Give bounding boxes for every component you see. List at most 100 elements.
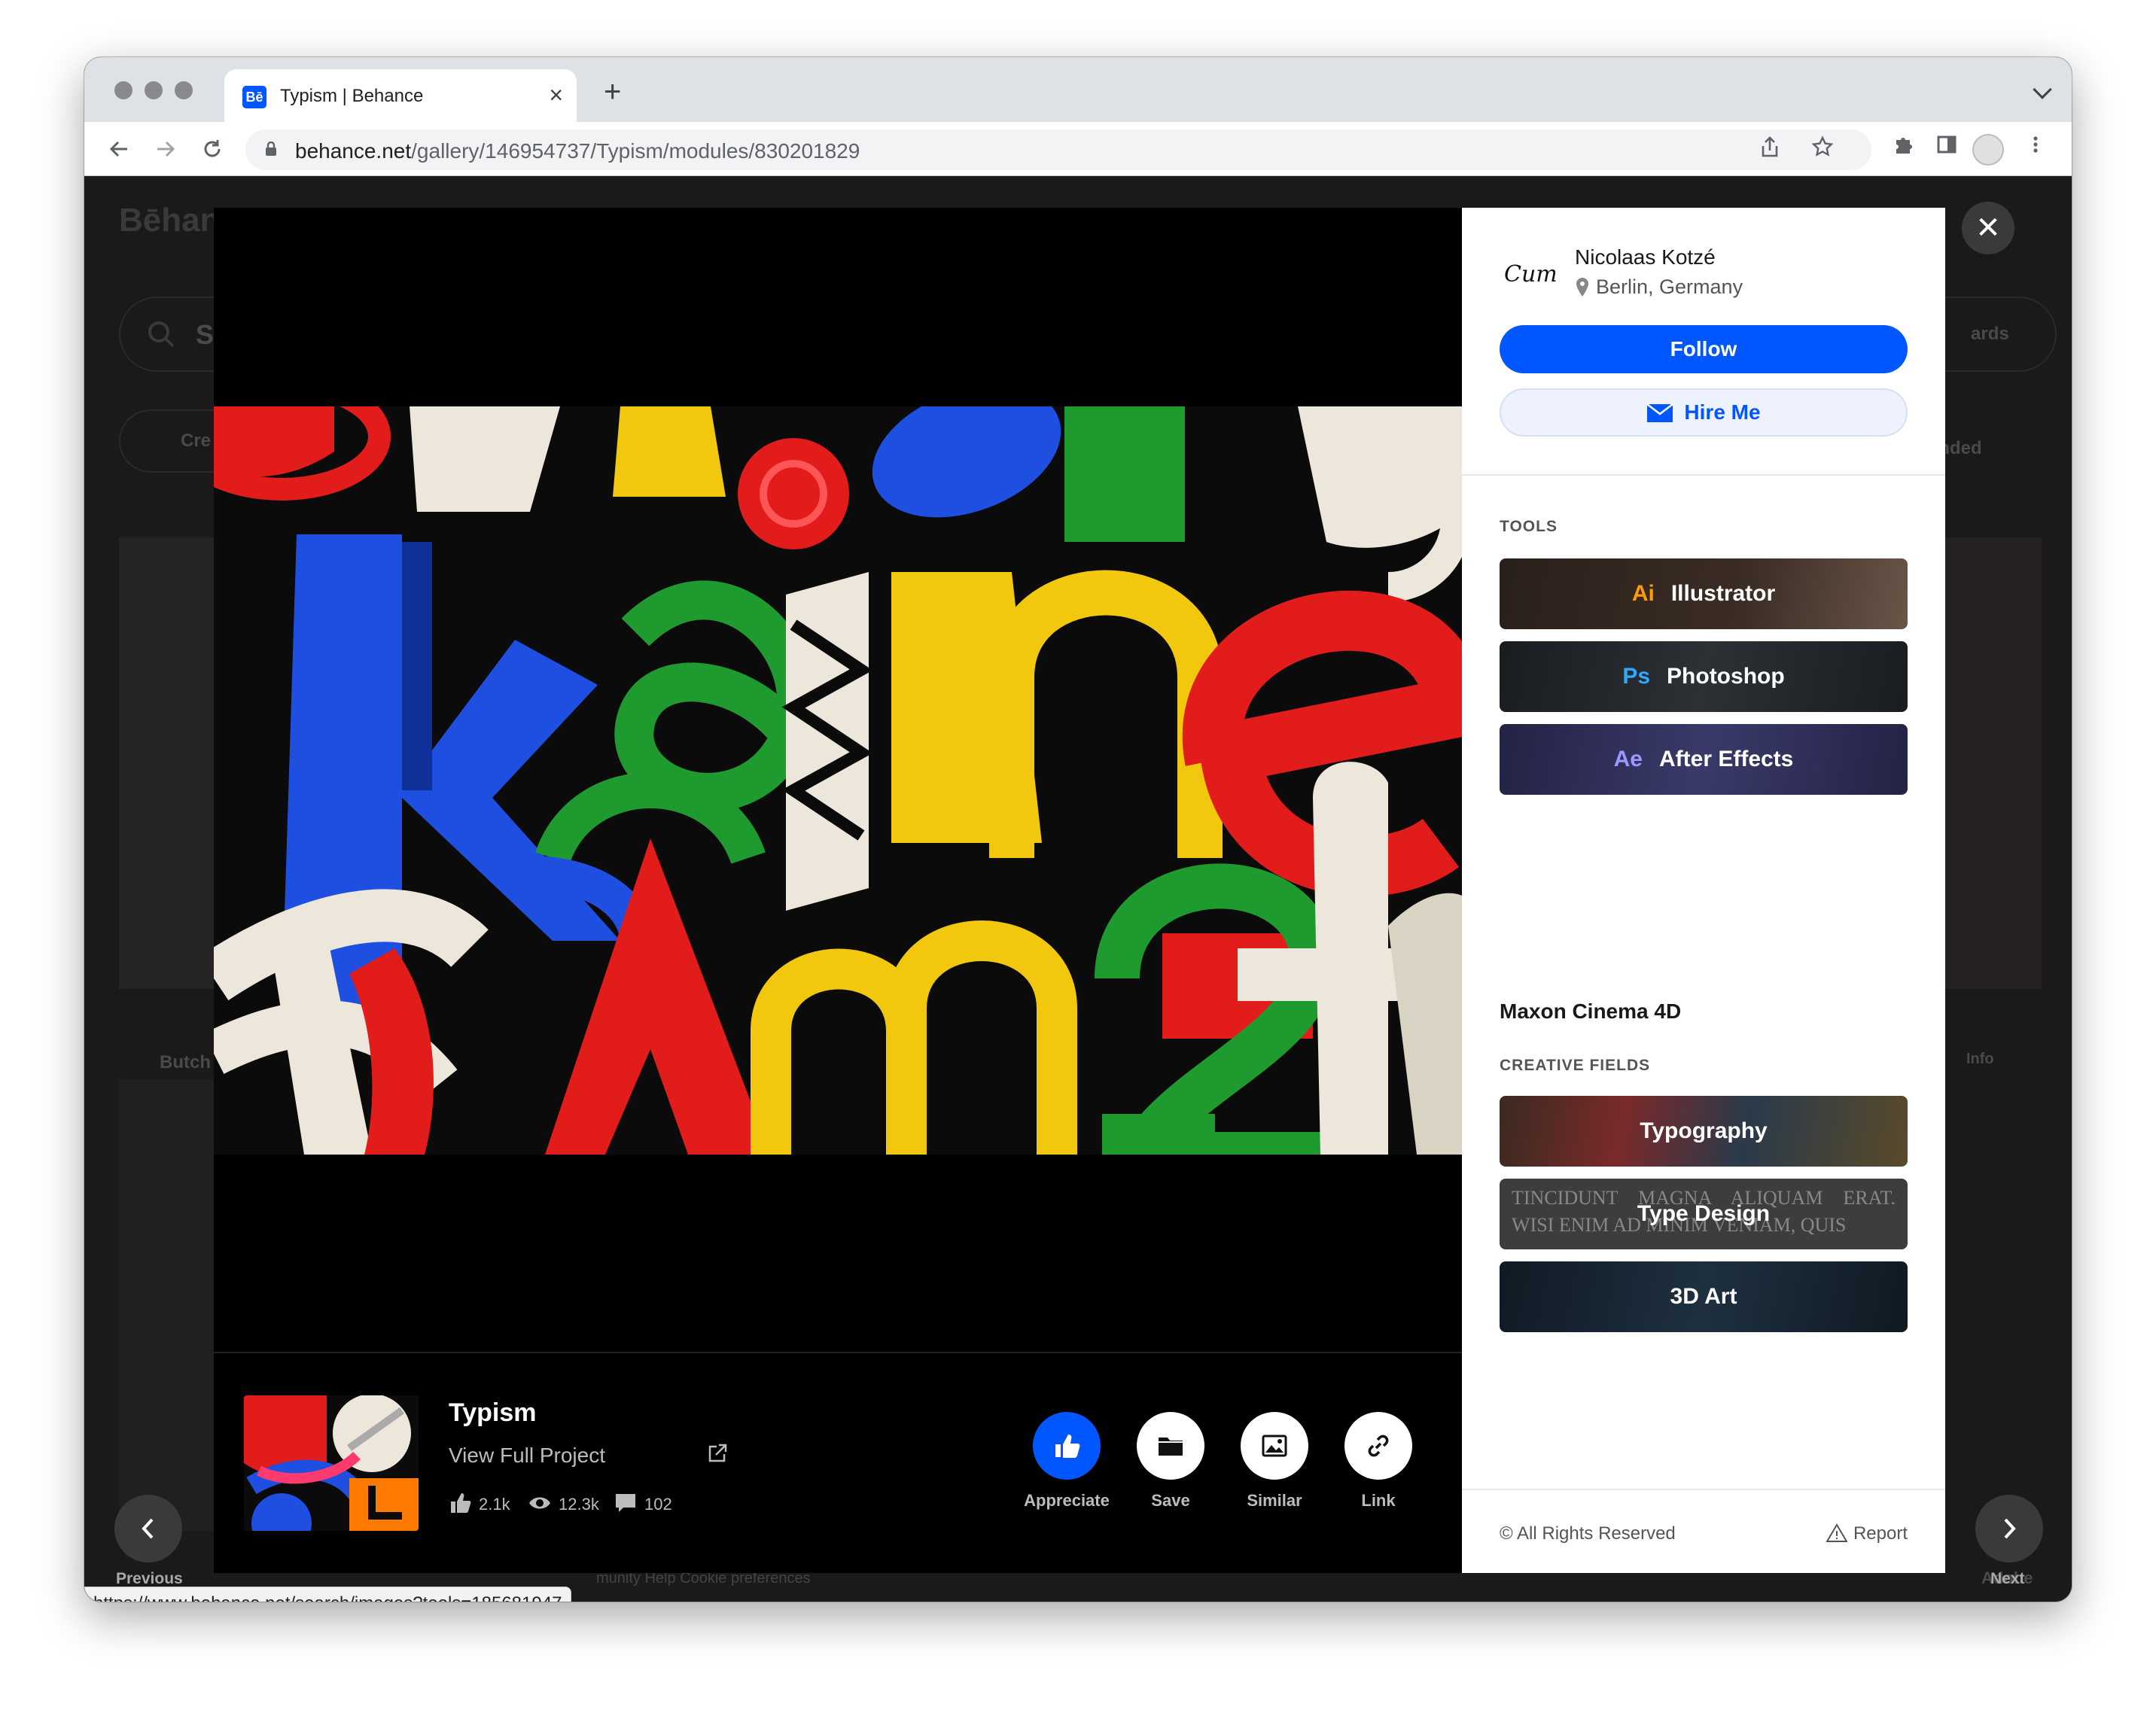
address-bar[interactable]: behance.net/gallery/146954737/Typism/mod… <box>245 129 1871 170</box>
background-info-label: Info <box>1966 1051 1994 1067</box>
tool-label-after-effects: After Effects <box>1658 747 1794 771</box>
sidebar-footer-divider <box>1462 1489 1945 1490</box>
lock-icon <box>266 141 276 156</box>
tool-card-illustrator[interactable]: Ai Illustrator <box>1500 558 1908 629</box>
background-card <box>1944 537 2042 989</box>
profile-avatar[interactable] <box>1972 134 2004 166</box>
background-card <box>119 537 214 989</box>
previous-label: Previous <box>116 1570 183 1587</box>
all-rights-reserved: © All Rights Reserved <box>1500 1523 1676 1544</box>
kebab-menu-icon[interactable] <box>2019 132 2052 166</box>
follow-button[interactable]: Follow <box>1500 325 1908 373</box>
next-label: Next <box>1990 1570 2025 1587</box>
project-info-sidebar: Cummi Nicolaas Kotzé Berlin, Germany Fol… <box>1462 208 1945 1573</box>
tool-label-photoshop: Photoshop <box>1667 664 1785 689</box>
after-effects-icon: Ae <box>1613 747 1643 771</box>
tool-label-illustrator: Illustrator <box>1670 581 1776 606</box>
warning-icon <box>1826 1523 1848 1542</box>
link-label: Link <box>1361 1491 1396 1510</box>
bookmark-star-icon[interactable] <box>1811 135 1834 166</box>
sidebar-divider <box>1462 474 1945 476</box>
image-viewer: Typism View Full Project 2.1k 12.3k 102 … <box>214 208 1462 1573</box>
background-card <box>119 1079 214 1531</box>
thumbs-up-icon <box>451 1493 471 1513</box>
photoshop-icon: Ps <box>1622 664 1651 689</box>
minimize-window-button[interactable] <box>145 81 163 99</box>
hire-me-button[interactable]: Hire Me <box>1500 388 1908 437</box>
share-icon[interactable] <box>1760 135 1780 166</box>
field-card-type-design[interactable]: TINCIDUNT MAGNA ALIQUAM ERAT. WISI ENIM … <box>1500 1179 1908 1249</box>
hire-me-label: Hire Me <box>1684 400 1761 424</box>
appreciate-button[interactable] <box>1033 1412 1101 1480</box>
report-button[interactable]: Report <box>1826 1523 1908 1544</box>
tool-card-photoshop[interactable]: Ps Photoshop <box>1500 641 1908 712</box>
tool-card-after-effects[interactable]: Ae After Effects <box>1500 724 1908 795</box>
tab-strip: Bē Typism | Behance × + <box>84 57 2072 122</box>
browser-toolbar: behance.net/gallery/146954737/Typism/mod… <box>84 122 2072 176</box>
new-tab-button[interactable]: + <box>604 77 621 107</box>
reload-icon[interactable] <box>194 131 230 167</box>
search-icon <box>148 321 175 348</box>
browser-window: Bē Typism | Behance × + behance.net/gall… <box>84 57 2072 1602</box>
illustrator-icon: Ai <box>1631 581 1655 606</box>
zoom-window-button[interactable] <box>175 81 193 99</box>
field-card-typography[interactable]: Typography <box>1500 1096 1908 1167</box>
tab-title: Typism | Behance <box>280 86 424 106</box>
project-thumbnail[interactable] <box>244 1395 419 1531</box>
avatar-text: Cummi <box>1504 261 1557 288</box>
field-label-typography: Typography <box>1640 1118 1768 1143</box>
similar-button[interactable] <box>1241 1412 1308 1480</box>
tool-cinema-4d-link[interactable]: Maxon Cinema 4D <box>1500 1000 1681 1024</box>
behance-favicon-icon: Bē <box>242 86 266 108</box>
comments-count: 102 <box>644 1495 672 1514</box>
field-label-3d-art: 3D Art <box>1670 1284 1737 1309</box>
author-location: Berlin, Germany <box>1596 275 1743 298</box>
url-text: behance.net/gallery/146954737/Typism/mod… <box>295 139 860 163</box>
close-window-button[interactable] <box>114 81 132 99</box>
tab-close-icon[interactable]: × <box>549 83 563 107</box>
appreciations-count: 2.1k <box>479 1495 510 1514</box>
author-name[interactable]: Nicolaas Kotzé <box>1575 245 1716 269</box>
location-pin-icon <box>1576 278 1588 297</box>
field-label-type-design: Type Design <box>1637 1201 1771 1226</box>
appreciate-label: Appreciate <box>1024 1491 1110 1510</box>
link-button[interactable] <box>1344 1412 1412 1480</box>
field-card-3d-art[interactable]: 3D Art <box>1500 1261 1908 1332</box>
views-count: 12.3k <box>559 1495 599 1514</box>
similar-circle[interactable] <box>1241 1412 1308 1480</box>
extensions-puzzle-icon[interactable] <box>1886 132 1920 166</box>
project-title: Typism <box>449 1398 537 1427</box>
previous-button[interactable] <box>114 1495 182 1562</box>
project-artwork-image[interactable] <box>214 406 1462 1155</box>
link-circle[interactable] <box>1344 1412 1412 1480</box>
tools-heading: TOOLS <box>1500 518 1558 535</box>
appreciate-circle[interactable] <box>1033 1412 1101 1480</box>
chevron-left-icon <box>142 1518 154 1539</box>
report-label: Report <box>1853 1523 1908 1544</box>
behance-page: Bēhance S Cre ards ended Butch Info muni… <box>84 176 2072 1602</box>
forward-arrow-icon[interactable] <box>148 131 184 167</box>
tab-typism[interactable]: Bē Typism | Behance × <box>224 69 577 122</box>
envelope-icon <box>1646 403 1674 422</box>
save-label: Save <box>1151 1491 1190 1510</box>
chevron-right-icon <box>2004 1518 2016 1539</box>
image-icon <box>1262 1435 1287 1457</box>
comment-icon <box>616 1494 635 1512</box>
next-button[interactable] <box>1975 1495 2043 1562</box>
link-hover-status-bar: https://www.behance.net/search/images?to… <box>84 1587 572 1602</box>
eye-icon <box>529 1497 550 1509</box>
folder-icon <box>1159 1438 1183 1456</box>
tab-search-chevron-icon[interactable] <box>2033 80 2052 99</box>
author-avatar[interactable]: Cummi <box>1503 251 1586 294</box>
close-modal-button[interactable]: ✕ <box>1962 202 2014 254</box>
creative-fields-heading: CREATIVE FIELDS <box>1500 1057 1651 1074</box>
view-full-project-link[interactable]: View Full Project <box>449 1444 605 1468</box>
thumbs-up-icon <box>1055 1435 1080 1458</box>
side-panel-icon[interactable] <box>1930 132 1963 166</box>
back-arrow-icon[interactable] <box>101 131 137 167</box>
viewer-divider <box>214 1352 1462 1353</box>
save-circle[interactable] <box>1137 1412 1204 1480</box>
save-button[interactable] <box>1137 1412 1204 1480</box>
link-icon <box>1368 1435 1389 1457</box>
external-link-icon[interactable] <box>708 1444 727 1463</box>
